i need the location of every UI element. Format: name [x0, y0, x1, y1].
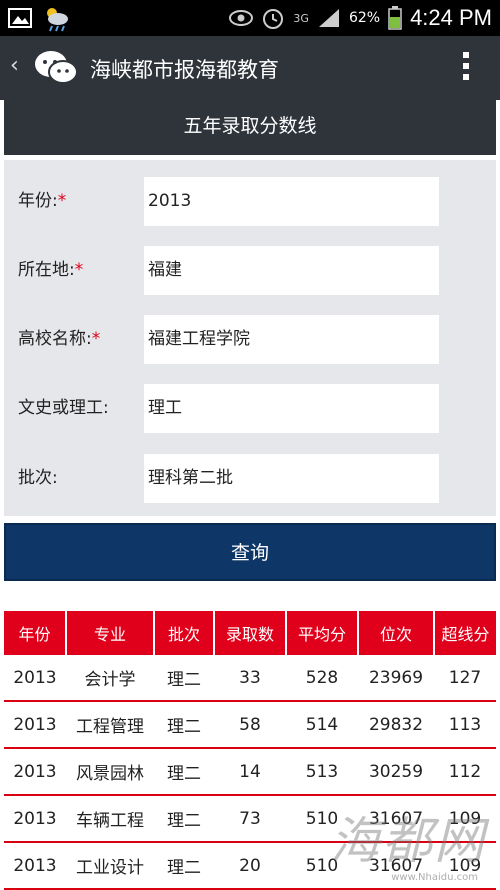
signal-icon — [318, 9, 339, 27]
page-title: 五年录取分数线 — [4, 100, 496, 155]
school-select[interactable]: 福建工程学院 — [144, 315, 439, 364]
table-row: 2013 工程管理 理二 58 514 29832 113 — [4, 701, 496, 749]
query-form: 年份:* 2013 所在地:* 福建 高校名称:* 福建工程学院 文史或理工: … — [4, 160, 496, 516]
battery-percent: 62% — [348, 10, 381, 26]
cell-over-line: 127 — [434, 655, 496, 702]
alarm-icon — [263, 9, 284, 29]
track-select[interactable]: 理工 — [144, 384, 439, 433]
header-batch: 批次 — [154, 611, 215, 655]
overflow-menu-icon[interactable] — [462, 52, 470, 86]
school-label: 高校名称:* — [18, 329, 101, 349]
wechat-icon — [35, 51, 78, 84]
cell-admitted: 33 — [214, 655, 286, 702]
cell-batch: 理二 — [154, 655, 214, 702]
header-over-line: 超线分 — [434, 611, 496, 655]
cell-average: 528 — [286, 655, 358, 702]
form-row-school: 高校名称:* 福建工程学院 — [4, 315, 496, 364]
header-rank: 位次 — [358, 611, 435, 655]
header-major: 专业 — [66, 611, 155, 655]
cell-year: 2013 — [4, 748, 66, 796]
cell-rank: 23969 — [358, 655, 434, 702]
chevron-left-icon[interactable]: ‹ — [10, 53, 19, 78]
watermark-url: www.Nhaidu.com — [391, 872, 478, 883]
cell-batch: 理二 — [154, 795, 214, 843]
table-row: 2013 风景园林 理二 14 513 30259 112 — [4, 748, 496, 796]
cell-average: 513 — [286, 748, 358, 796]
cell-major: 工程管理 — [66, 701, 154, 749]
weather-icon — [47, 8, 68, 32]
cell-rank: 29832 — [358, 701, 434, 749]
cell-admitted: 58 — [214, 701, 286, 749]
cell-admitted: 14 — [214, 748, 286, 796]
track-label: 文史或理工: — [18, 398, 109, 418]
location-select[interactable]: 福建 — [144, 246, 439, 295]
year-label: 年份:* — [18, 191, 67, 211]
network-type: 3G — [293, 11, 309, 25]
header-average: 平均分 — [286, 611, 359, 655]
cell-major: 工业设计 — [66, 842, 154, 890]
header-admitted: 录取数 — [214, 611, 287, 655]
batch-label: 批次: — [18, 468, 58, 488]
cell-major: 会计学 — [66, 655, 154, 702]
cell-major: 风景园林 — [66, 748, 154, 796]
cell-over-line: 113 — [434, 701, 496, 749]
form-row-track: 文史或理工: 理工 — [4, 384, 496, 433]
app-title: 海峡都市报海都教育 — [90, 58, 279, 82]
cell-year: 2013 — [4, 655, 66, 702]
watermark: 海都网 — [330, 812, 486, 870]
location-label: 所在地:* — [18, 260, 84, 280]
form-row-year: 年份:* 2013 — [4, 177, 496, 226]
form-row-location: 所在地:* 福建 — [4, 246, 496, 295]
batch-select[interactable]: 理科第二批 — [144, 454, 439, 503]
year-select[interactable]: 2013 — [144, 177, 439, 226]
cell-admitted: 73 — [214, 795, 286, 843]
query-button[interactable]: 查询 — [4, 523, 496, 581]
cell-batch: 理二 — [154, 842, 214, 890]
cell-batch: 理二 — [154, 701, 214, 749]
action-bar: ‹ 海峡都市报海都教育 — [0, 36, 500, 100]
table-row: 2013 会计学 理二 33 528 23969 127 — [4, 655, 496, 702]
table-header-row: 年份 专业 批次 录取数 平均分 位次 超线分 — [4, 611, 496, 655]
cell-major: 车辆工程 — [66, 795, 154, 843]
cell-batch: 理二 — [154, 748, 214, 796]
gallery-icon — [8, 8, 32, 28]
cell-year: 2013 — [4, 701, 66, 749]
eye-icon — [229, 10, 254, 26]
form-row-batch: 批次: 理科第二批 — [4, 454, 496, 503]
header-year: 年份 — [4, 611, 67, 655]
clock: 4:24 PM — [410, 5, 492, 30]
cell-year: 2013 — [4, 795, 66, 843]
cell-rank: 30259 — [358, 748, 434, 796]
cell-year: 2013 — [4, 842, 66, 890]
cell-average: 514 — [286, 701, 358, 749]
cell-admitted: 20 — [214, 842, 286, 890]
status-bar: 3G 62% 4:24 PM — [0, 0, 500, 36]
battery-icon — [388, 6, 402, 30]
cell-over-line: 112 — [434, 748, 496, 796]
